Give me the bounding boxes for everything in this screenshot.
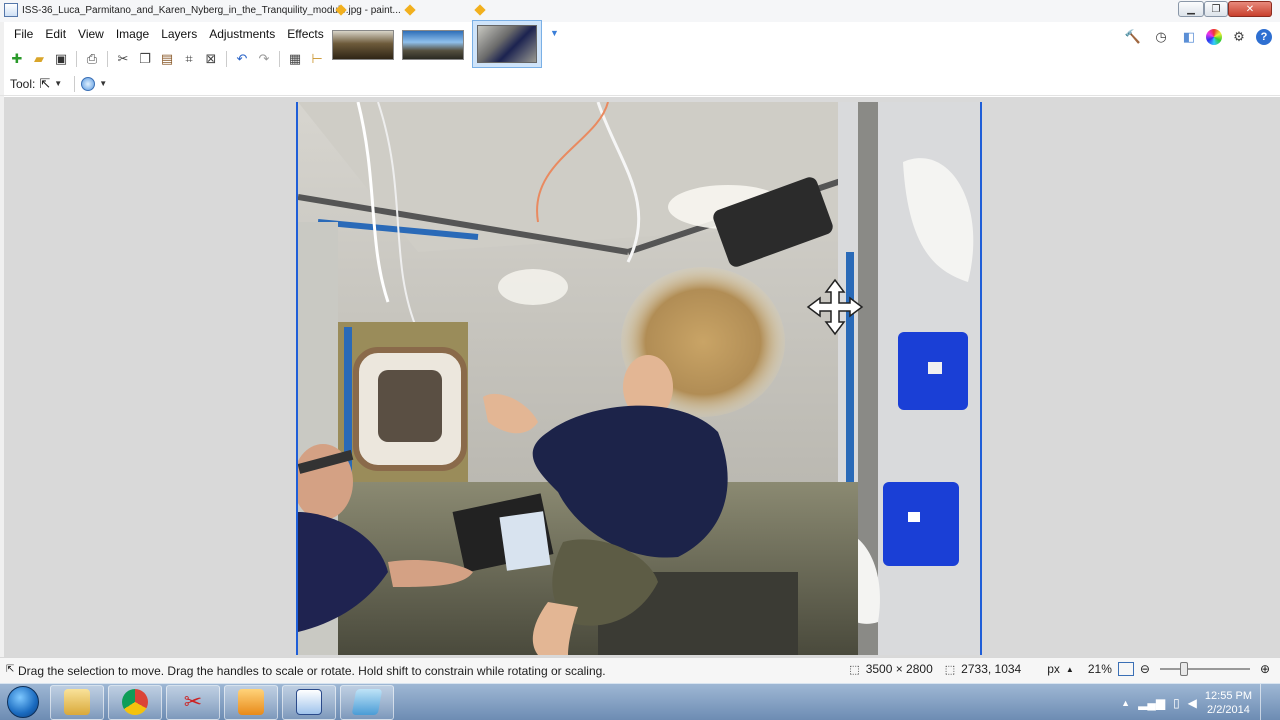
taskbar-explorer[interactable] <box>50 684 104 720</box>
units-dropdown-icon[interactable]: ▲ <box>1066 665 1074 674</box>
menu-adjustments[interactable]: Adjustments <box>203 22 281 46</box>
power-icon[interactable]: ▯ <box>1173 696 1180 710</box>
main-toolbar: ✚ ▰ ▣ ⎙ ✂ ❐ ▤ ⌗ ⊠ ↶ ↷ ▦ ⊢ <box>0 46 328 72</box>
paintnet-icon <box>296 689 322 715</box>
taskbar-app[interactable] <box>340 684 394 720</box>
redo-icon[interactable]: ↷ <box>253 48 275 70</box>
ruler-icon[interactable]: ⊢ <box>306 48 328 70</box>
document-thumbnail-active[interactable] <box>472 20 542 68</box>
layers-window-icon[interactable]: ◧ <box>1178 26 1200 48</box>
copy-icon[interactable]: ❐ <box>134 48 156 70</box>
image-canvas[interactable] <box>296 102 982 655</box>
minimize-button[interactable]: ▁ <box>1178 1 1204 17</box>
menu-bar: File Edit View Image Layers Adjustments … <box>0 22 330 46</box>
tabs-dropdown-icon[interactable]: ▼ <box>550 28 559 38</box>
menu-file[interactable]: File <box>8 22 39 46</box>
show-desktop-button[interactable] <box>1260 684 1272 720</box>
move-cursor-icon <box>806 278 864 336</box>
taskbar-snipping-tool[interactable]: ✂ <box>166 684 220 720</box>
colors-window-icon[interactable] <box>1206 29 1222 45</box>
zoom-level[interactable]: 21% <box>1088 662 1112 676</box>
folder-icon <box>64 689 90 715</box>
tool-options-bar: Tool: ⇱ ▼ ▼ <box>0 72 1280 96</box>
taskbar: ✂ ▲ ▂▄▆ ▯ ◀ 12:55 PM 2/2/2014 <box>0 683 1280 720</box>
tool-windows: 🔨 ◷ ◧ ⚙ ? <box>1122 26 1272 48</box>
print-icon[interactable]: ⎙ <box>81 48 103 70</box>
antialiasing-dropdown-icon[interactable]: ▼ <box>99 79 107 88</box>
tools-window-icon[interactable]: 🔨 <box>1122 26 1144 48</box>
clock-date: 2/2/2014 <box>1207 703 1250 716</box>
zoom-in-icon[interactable]: ⊕ <box>1260 662 1270 676</box>
toolbar-divider <box>74 75 76 92</box>
scissors-icon: ✂ <box>183 689 203 714</box>
windows-logo-icon <box>7 686 39 718</box>
document-thumbnail[interactable] <box>402 30 464 60</box>
help-icon[interactable]: ? <box>1256 29 1272 45</box>
toolbar-divider <box>226 51 227 67</box>
move-tool-status-icon: ⇱ <box>6 664 15 675</box>
move-selection-tool-icon[interactable]: ⇱ <box>39 76 50 92</box>
toolbar-divider <box>279 51 280 67</box>
image-size: 3500 × 2800 <box>865 662 933 676</box>
document-tabs: ▼ <box>332 20 559 70</box>
media-player-icon <box>238 689 264 715</box>
clock-time: 12:55 PM <box>1204 689 1252 702</box>
toolbar-divider <box>76 51 77 67</box>
taskbar-chrome[interactable] <box>108 684 162 720</box>
network-icon[interactable]: ▂▄▆ <box>1138 696 1165 710</box>
antialiasing-icon[interactable] <box>81 76 96 91</box>
units-selector[interactable]: px <box>1047 662 1060 676</box>
history-window-icon[interactable]: ◷ <box>1150 26 1172 48</box>
paintnet-app-icon[interactable] <box>4 3 18 17</box>
paste-icon[interactable]: ▤ <box>156 48 178 70</box>
new-file-icon[interactable]: ✚ <box>6 48 28 70</box>
tool-label: Tool: <box>10 76 36 91</box>
zoom-to-window-icon[interactable] <box>1117 662 1134 676</box>
chrome-icon <box>122 689 148 715</box>
taskbar-paintnet[interactable] <box>282 684 336 720</box>
cursor-position: 2733, 1034 <box>961 662 1022 676</box>
status-bar: ⇱ Drag the selection to move. Drag the h… <box>0 657 1280 683</box>
menu-view[interactable]: View <box>72 22 110 46</box>
save-icon[interactable]: ▣ <box>50 48 72 70</box>
status-info: ⬚ 3500 × 2800 ⬚ 2733, 1034 px ▲ 21% ⊖ ⊕ <box>849 662 1270 676</box>
menu-image[interactable]: Image <box>110 22 155 46</box>
system-tray: ▲ ▂▄▆ ▯ ◀ 12:55 PM 2/2/2014 <box>1121 684 1280 720</box>
settings-icon[interactable]: ⚙ <box>1228 26 1250 48</box>
taskbar-media-player[interactable] <box>224 684 278 720</box>
app-icon <box>351 689 383 715</box>
start-button[interactable] <box>0 684 46 720</box>
unsaved-indicator-icon <box>404 4 416 16</box>
deselect-icon[interactable]: ⊠ <box>200 48 222 70</box>
document-thumbnail[interactable] <box>332 30 394 60</box>
menu-effects[interactable]: Effects <box>281 22 329 46</box>
undo-icon[interactable]: ↶ <box>231 48 253 70</box>
zoom-out-icon[interactable]: ⊖ <box>1140 662 1150 676</box>
grid-icon[interactable]: ▦ <box>284 48 306 70</box>
close-button[interactable]: ✕ <box>1228 1 1272 17</box>
restore-button[interactable]: ❐ <box>1204 1 1228 17</box>
zoom-slider[interactable] <box>1159 662 1250 676</box>
image-size-icon: ⬚ <box>849 663 860 676</box>
unsaved-indicator-icon <box>474 4 486 16</box>
tray-expand-icon[interactable]: ▲ <box>1121 698 1130 708</box>
cut-icon[interactable]: ✂ <box>112 48 134 70</box>
menu-edit[interactable]: Edit <box>39 22 72 46</box>
zoom-slider-handle[interactable] <box>1179 662 1188 676</box>
clock[interactable]: 12:55 PM 2/2/2014 <box>1205 689 1252 717</box>
volume-icon[interactable]: ◀ <box>1188 696 1197 710</box>
cursor-position-icon: ⬚ <box>944 663 956 676</box>
menu-layers[interactable]: Layers <box>155 22 203 46</box>
toolbar-divider <box>107 51 108 67</box>
status-message: Drag the selection to move. Drag the han… <box>18 664 606 678</box>
open-file-icon[interactable]: ▰ <box>28 48 50 70</box>
iss-photo <box>298 102 980 655</box>
crop-icon[interactable]: ⌗ <box>178 48 200 70</box>
title-bar: ISS-36_Luca_Parmitano_and_Karen_Nyberg_i… <box>0 0 1280 22</box>
tool-dropdown-icon[interactable]: ▼ <box>54 79 62 88</box>
